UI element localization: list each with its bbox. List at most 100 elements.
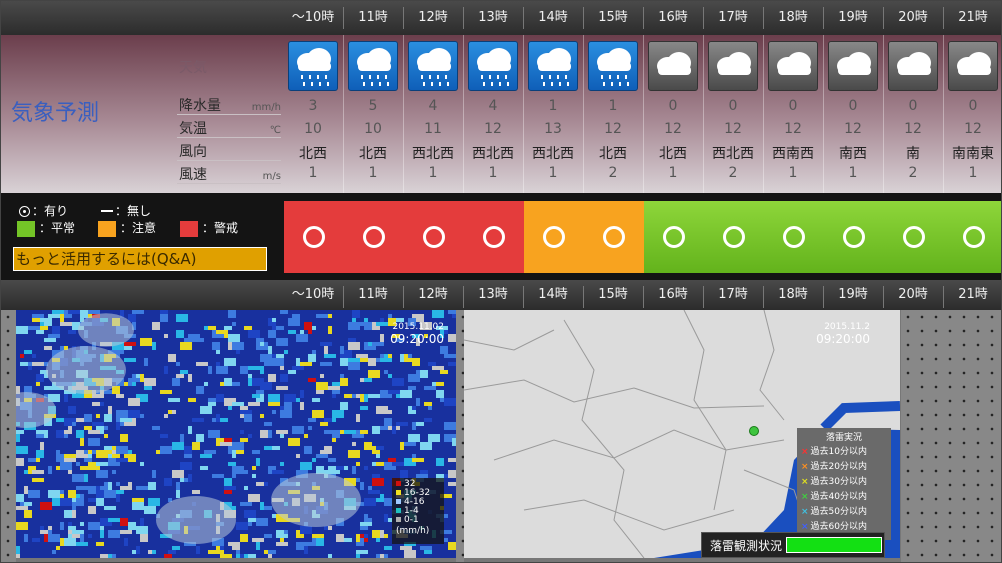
forecast-column: 4 12 西北西 1	[463, 35, 523, 193]
rain-radar-map[interactable]: 2015.11.02 09:20:00 32 16-32 4-16 1-4 0-1 (m…	[16, 310, 456, 558]
radar-time: 09:20:00	[390, 332, 444, 346]
dotted-border	[456, 310, 464, 562]
legend-alert-label: ：警戒	[202, 221, 239, 235]
forecast-column: 0 12 南南東 1	[943, 35, 1001, 193]
cloud-icon	[768, 41, 818, 91]
temp-value: 12	[484, 121, 502, 137]
circle-icon	[303, 226, 325, 248]
warning-cell-alert[interactable]	[404, 201, 464, 273]
wind-dir-value: 北西	[299, 146, 327, 162]
column-divider	[583, 35, 584, 193]
wind-dir-value: 北西	[599, 146, 627, 162]
lightning-timestamp: 2015.11.2 09:20:00	[794, 322, 870, 346]
hour-divider	[403, 7, 404, 29]
temp-value: 12	[724, 121, 742, 137]
rain-legend-label: 0-1	[404, 515, 419, 525]
forecast-column: 0 12 北西 1	[643, 35, 703, 193]
warning-cell-normal[interactable]	[824, 201, 884, 273]
warning-cell-alert[interactable]	[464, 201, 524, 273]
circle-icon	[783, 226, 805, 248]
warning-cell-normal[interactable]	[764, 201, 824, 273]
legend-swatch	[396, 490, 401, 495]
hour-divider	[883, 286, 884, 308]
hour-label: 18時	[778, 10, 808, 25]
legend-swatch	[396, 508, 401, 513]
circle-icon	[483, 226, 505, 248]
cross-icon: ×	[801, 492, 809, 502]
dash-icon	[101, 209, 113, 214]
temp-value: 11	[424, 121, 442, 137]
row-label-wind-dir: 風向	[177, 139, 281, 161]
column-divider	[883, 35, 884, 193]
lightning-legend: 落雷実況 × 過去10分以内 × 過去20分以内 × 過去30分以内 × 過去40分以内 × 過去…	[797, 428, 891, 540]
maps-area: 2015.11.02 09:20:00 32 16-32 4-16 1-4 0-1 (m…	[1, 310, 1001, 562]
warning-cell-alert[interactable]	[344, 201, 404, 273]
hour-label: 13時	[478, 287, 508, 302]
hour-label: 13時	[478, 10, 508, 25]
hour-label: 15時	[598, 287, 628, 302]
warning-band: ：有り ：無し ：平常 ：注意 ：警戒 もっと活用するには(Q&A)	[1, 193, 1001, 280]
hour-divider	[763, 7, 764, 29]
warning-cell-normal[interactable]	[644, 201, 704, 273]
warning-cell-alert[interactable]	[284, 201, 344, 273]
circle-icon	[543, 226, 565, 248]
hour-divider	[703, 286, 704, 308]
temp-value: 10	[364, 121, 382, 137]
normal-swatch	[17, 220, 35, 237]
hour-divider	[583, 7, 584, 29]
legend-swatch	[396, 517, 401, 522]
lightning-legend-item: × 過去20分以内	[801, 460, 887, 475]
hour-divider	[343, 286, 344, 308]
wind-speed-value: 2	[728, 165, 738, 181]
cross-icon: ×	[801, 507, 809, 517]
legend-swatch	[396, 481, 401, 486]
precip-value: 0	[968, 98, 978, 114]
warning-cell-normal[interactable]	[884, 201, 944, 273]
wind-dir-value: 西北西	[532, 146, 574, 162]
precip-value: 0	[908, 98, 918, 114]
wind-speed-value: 2	[908, 165, 918, 181]
cross-icon: ×	[801, 462, 809, 472]
warning-cell-normal[interactable]	[944, 201, 1001, 273]
row-label-text: 風速	[179, 167, 207, 183]
wind-dir-value: 西北西	[472, 146, 514, 162]
cloud-icon	[828, 41, 878, 91]
target-icon	[19, 206, 30, 217]
column-divider	[403, 35, 404, 193]
hour-label: 19時	[838, 10, 868, 25]
warning-cell-caution[interactable]	[524, 201, 584, 273]
hour-label: 12時	[418, 10, 448, 25]
forecast-column: 0 12 西南西 1	[763, 35, 823, 193]
lightning-legend-title: 落雷実況	[825, 433, 862, 443]
dotted-border	[901, 310, 1001, 562]
temp-value: 12	[604, 121, 622, 137]
hour-label: 12時	[418, 287, 448, 302]
circle-icon	[963, 226, 985, 248]
column-divider	[703, 35, 704, 193]
circle-icon	[663, 226, 685, 248]
precip-value: 1	[608, 98, 618, 114]
forecast-column: 0 12 南 2	[883, 35, 943, 193]
hour-label: 21時	[958, 10, 988, 25]
lightning-legend-label: 過去40分以内	[810, 492, 867, 502]
hour-divider	[583, 286, 584, 308]
warning-cell-caution[interactable]	[584, 201, 644, 273]
rain-legend: 32 16-32 4-16 1-4 0-1 (mm/h)	[392, 478, 444, 544]
legend-yes: ：有り	[19, 202, 68, 219]
column-divider	[463, 35, 464, 193]
wind-dir-value: 南西	[839, 146, 867, 162]
circle-icon	[843, 226, 865, 248]
precip-value: 3	[308, 98, 318, 114]
wind-dir-value: 西北西	[412, 146, 454, 162]
precip-value: 0	[788, 98, 798, 114]
weather-app: ～10時 11時 12時 13時 14時 15時 16時 17時 18時 19時 20時 21時 気象…	[0, 0, 1002, 563]
hour-divider	[703, 7, 704, 29]
warning-cell-normal[interactable]	[704, 201, 764, 273]
legend-alert: ：警戒	[180, 219, 238, 237]
observation-indicator	[786, 537, 882, 553]
hour-divider	[463, 286, 464, 308]
hour-label: ～10時	[291, 10, 335, 25]
precip-value: 0	[848, 98, 858, 114]
wind-dir-value: 南南東	[952, 146, 994, 162]
qa-link-button[interactable]: もっと活用するには(Q&A)	[13, 247, 267, 271]
